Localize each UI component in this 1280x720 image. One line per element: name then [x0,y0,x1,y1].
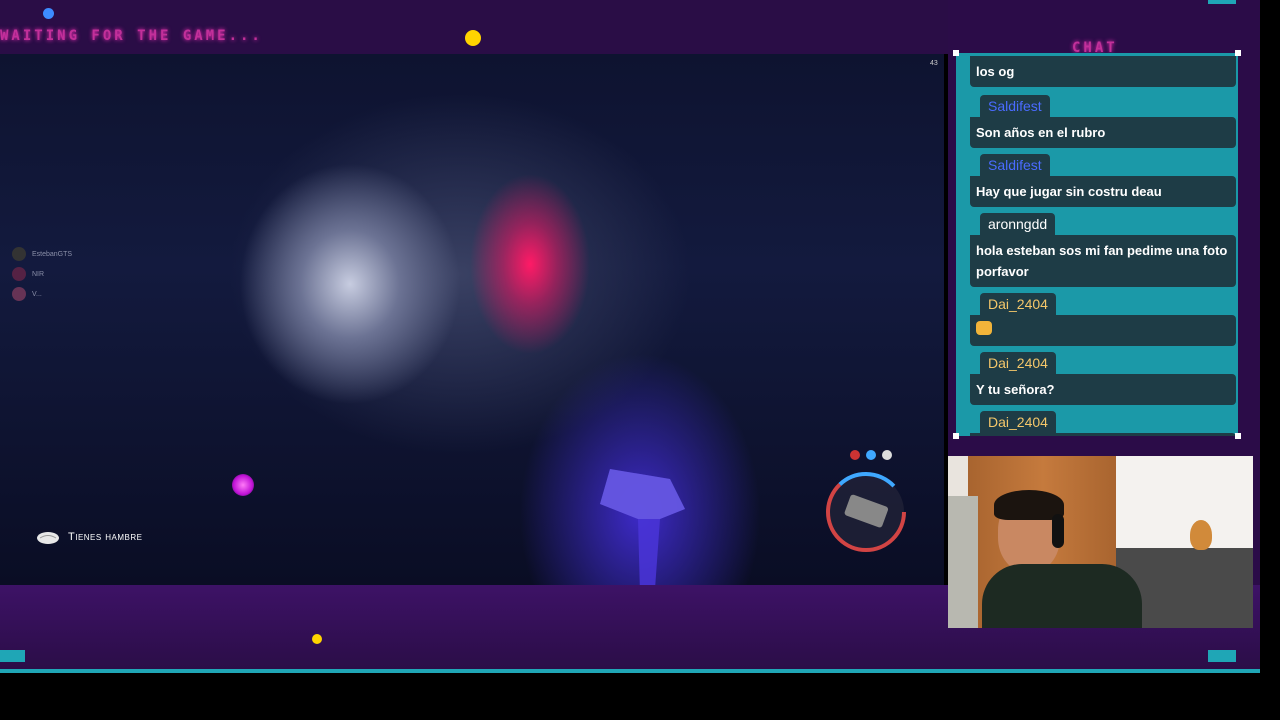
stamina-compass [826,472,906,552]
status-icon [850,450,860,460]
blue-pixel-dot [43,8,54,19]
game-viewport: EstebanGTS NIR V... Tienes hambre 43 [0,54,944,585]
headset-icon [1052,514,1064,548]
chat-message-text: Son años en el rubro [970,117,1236,148]
chat-message: Dai_2404 [970,411,1236,436]
overlay-bottom-line [0,669,1260,673]
player-avatar-icon [12,287,26,301]
chat-message-text [970,315,1236,346]
hud-status-icons [850,450,892,460]
webcam-plush-toy [1190,520,1212,550]
brain-icon [37,532,59,544]
left-bottom-marker [0,650,25,662]
hunger-status: Tienes hambre [36,530,143,544]
chat-message: los og [970,56,1236,87]
axe-weapon-icon [600,469,685,585]
chat-username: aronngdd [980,213,1056,235]
chat-message-text: hola esteban sos mi fan pedime una foto … [970,235,1236,287]
streamer-shirt [982,564,1142,628]
status-icon [882,450,892,460]
player-entry: NIR [12,264,72,284]
chat-username: Dai_2404 [980,293,1056,315]
player-entry: V... [12,284,72,304]
chat-panel: los og Saldifest Son años en el rubro Sa… [956,53,1238,436]
fps-counter: 43 [930,60,938,67]
yellow-pacman-dot [465,30,481,46]
chat-message-text: Y tu señora? [970,374,1236,405]
chat-message: Saldifest Hay que jugar sin costru deau [970,154,1236,207]
right-bottom-marker [1208,650,1236,662]
water-drop-icon [866,450,876,460]
player-list: EstebanGTS NIR V... [12,244,72,304]
webcam-shelf [948,496,978,628]
chat-message: Dai_2404 [970,293,1236,346]
player-avatar-icon [12,267,26,281]
chat-message: Saldifest Son años en el rubro [970,95,1236,148]
chat-username: Dai_2404 [980,352,1056,374]
chat-corner [1235,433,1241,439]
chat-message: Dai_2404 Y tu señora? [970,352,1236,405]
chat-username: Saldifest [980,154,1050,176]
chat-username: Saldifest [980,95,1050,117]
chat-message: aronngdd hola esteban sos mi fan pedime … [970,213,1236,287]
cat-emote-icon [976,321,992,335]
webcam-wall [1116,456,1253,556]
chat-corner [953,50,959,56]
hunger-text: Tienes hambre [68,531,143,543]
yellow-star-dot [312,634,322,644]
chat-message-text: los og [970,56,1236,87]
chat-username: Dai_2404 [980,411,1056,433]
waiting-ticker: WAITING FOR THE GAME... [0,28,263,44]
chat-message-text: Hay que jugar sin costru deau [970,176,1236,207]
glowing-crystal [232,474,254,496]
player-entry: EstebanGTS [12,244,72,264]
player-avatar-icon [12,247,26,261]
streamer-webcam [948,456,1253,628]
right-black-border [1260,0,1280,720]
chat-message-text [970,433,1236,436]
chat-corner [953,433,959,439]
chat-corner [1235,50,1241,56]
right-top-marker [1208,0,1236,4]
